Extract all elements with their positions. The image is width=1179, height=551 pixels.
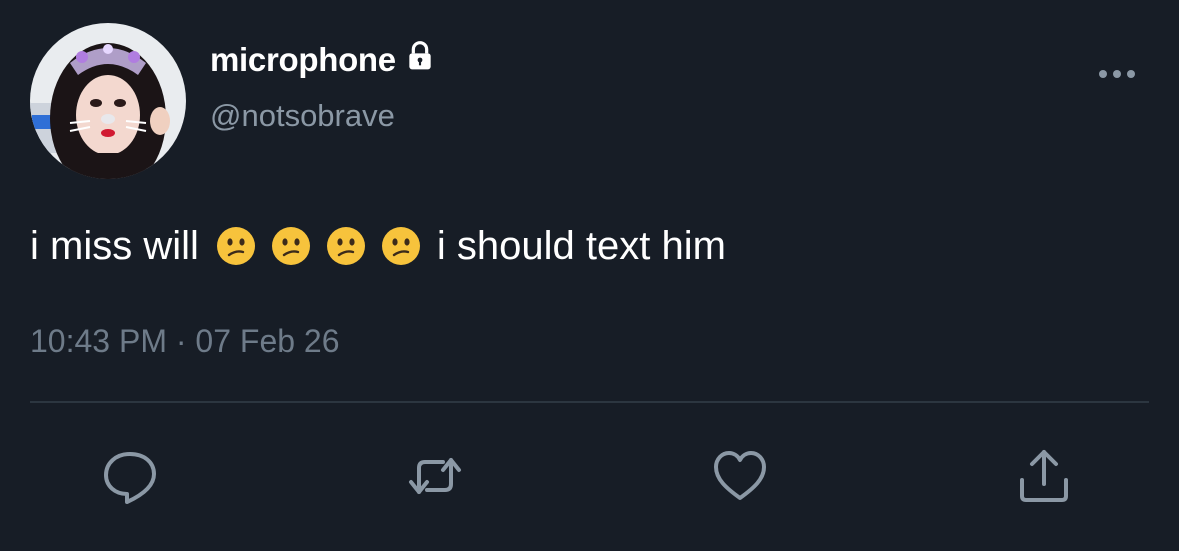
emoji-group [201,226,421,266]
reply-icon [104,452,156,504]
share-icon [1020,450,1068,502]
tweet-time: 10:43 PM [30,323,167,359]
retweet-icon [409,458,461,494]
heart-icon [714,451,766,500]
lock-icon [404,40,436,80]
display-name[interactable]: microphone [210,41,396,79]
tweet-card: microphone @notsobrave i miss will i sho… [0,0,1179,551]
confused-face-emoji [326,227,365,265]
tweet-timestamp[interactable]: 10:43 PM · 07 Feb 26 [30,323,340,360]
like-button[interactable] [710,446,770,506]
tweet-date: 07 Feb 26 [195,323,340,359]
confused-face-emoji [216,227,255,265]
tweet-text-end: i should text him [436,223,726,268]
avatar-image [30,23,186,179]
user-handle[interactable]: @notsobrave [210,98,395,134]
divider [30,401,1149,403]
confused-face-emoji [271,227,310,265]
tweet-text-start: i miss will [30,223,199,268]
reply-button[interactable] [100,446,160,506]
confused-face-emoji [381,227,420,265]
share-button[interactable] [1014,446,1074,506]
display-name-row[interactable]: microphone [210,36,436,84]
retweet-button[interactable] [405,446,465,506]
tweet-text: i miss will i should text him [30,218,726,274]
meta-separator: · [175,323,187,359]
avatar[interactable] [30,23,186,179]
more-dots-icon[interactable] [1097,62,1137,86]
